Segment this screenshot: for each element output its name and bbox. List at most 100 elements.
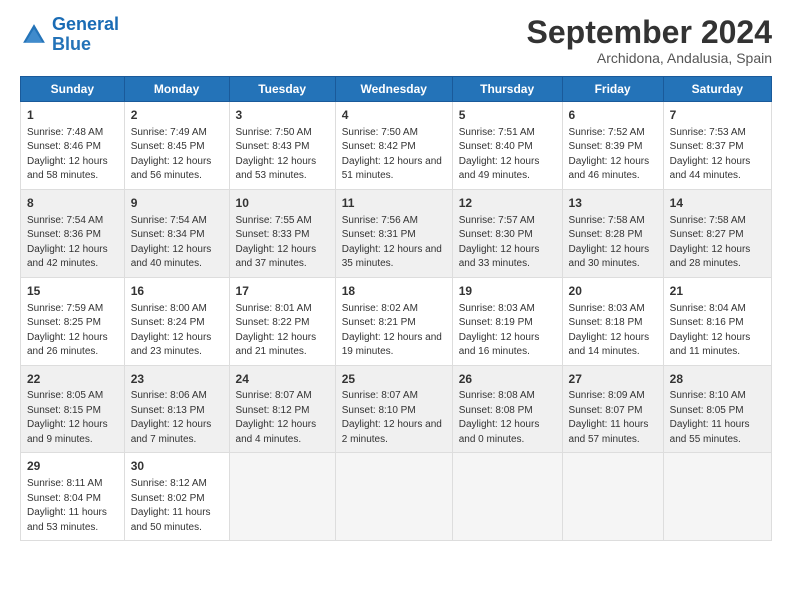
day-number: 24: [236, 371, 329, 388]
table-row: 2 Sunrise: 7:49 AMSunset: 8:45 PMDaylight…: [124, 102, 229, 190]
table-row: 17 Sunrise: 8:01 AMSunset: 8:22 PMDayligh…: [229, 277, 335, 365]
table-row: 23Sunrise: 8:06 AMSunset: 8:13 PMDayligh…: [124, 365, 229, 453]
table-row: 21Sunrise: 8:04 AMSunset: 8:16 PMDayligh…: [663, 277, 771, 365]
day-number: 12: [459, 195, 556, 212]
table-row: 29 Sunrise: 8:11 AMSunset: 8:04 PMDayligh…: [21, 453, 125, 541]
table-row: 15Sunrise: 7:59 AMSunset: 8:25 PMDayligh…: [21, 277, 125, 365]
day-info: Sunrise: 7:58 AMSunset: 8:27 PMDaylight:…: [670, 214, 765, 272]
table-row: [452, 453, 562, 541]
day-info: Sunrise: 8:09 AMSunset: 8:07 PMDaylight:…: [569, 389, 657, 447]
day-info: Sunrise: 8:08 AMSunset: 8:08 PMDaylight:…: [459, 389, 556, 447]
day-number: 7: [670, 107, 765, 124]
day-info: Sunrise: 7:48 AMSunset: 8:46 PMDaylight:…: [27, 126, 118, 184]
day-info: Sunrise: 8:10 AMSunset: 8:05 PMDaylight:…: [670, 389, 765, 447]
table-row: 10 Sunrise: 7:55 AMSunset: 8:33 PMDayligh…: [229, 189, 335, 277]
day-info: Sunrise: 8:12 AMSunset: 8:02 PMDaylight:…: [131, 477, 223, 535]
day-info: Sunrise: 8:02 AMSunset: 8:21 PMDaylight:…: [342, 302, 446, 360]
table-row: 1 Sunrise: 7:48 AMSunset: 8:46 PMDaylight…: [21, 102, 125, 190]
col-friday: Friday: [562, 77, 663, 102]
day-number: 3: [236, 107, 329, 124]
table-row: 25Sunrise: 8:07 AMSunset: 8:10 PMDayligh…: [335, 365, 452, 453]
day-number: 16: [131, 283, 223, 300]
col-tuesday: Tuesday: [229, 77, 335, 102]
day-info: Sunrise: 7:55 AMSunset: 8:33 PMDaylight:…: [236, 214, 329, 272]
calendar-table: Sunday Monday Tuesday Wednesday Thursday…: [20, 76, 772, 541]
table-row: 13 Sunrise: 7:58 AMSunset: 8:28 PMDayligh…: [562, 189, 663, 277]
table-row: [229, 453, 335, 541]
day-info: Sunrise: 7:58 AMSunset: 8:28 PMDaylight:…: [569, 214, 657, 272]
day-number: 6: [569, 107, 657, 124]
logo-text: General Blue: [52, 15, 119, 55]
table-row: 30Sunrise: 8:12 AMSunset: 8:02 PMDayligh…: [124, 453, 229, 541]
day-number: 26: [459, 371, 556, 388]
day-info: Sunrise: 7:49 AMSunset: 8:45 PMDaylight:…: [131, 126, 223, 184]
day-info: Sunrise: 8:07 AMSunset: 8:10 PMDaylight:…: [342, 389, 446, 447]
day-number: 23: [131, 371, 223, 388]
day-number: 8: [27, 195, 118, 212]
calendar-week-5: 29 Sunrise: 8:11 AMSunset: 8:04 PMDayligh…: [21, 453, 772, 541]
table-row: 27Sunrise: 8:09 AMSunset: 8:07 PMDayligh…: [562, 365, 663, 453]
table-row: 3Sunrise: 7:50 AMSunset: 8:43 PMDaylight…: [229, 102, 335, 190]
day-info: Sunrise: 8:11 AMSunset: 8:04 PMDaylight:…: [27, 477, 118, 535]
day-info: Sunrise: 8:05 AMSunset: 8:15 PMDaylight:…: [27, 389, 118, 447]
day-info: Sunrise: 8:07 AMSunset: 8:12 PMDaylight:…: [236, 389, 329, 447]
calendar-week-2: 8 Sunrise: 7:54 AMSunset: 8:36 PMDaylight…: [21, 189, 772, 277]
table-row: [562, 453, 663, 541]
table-row: 7 Sunrise: 7:53 AMSunset: 8:37 PMDaylight…: [663, 102, 771, 190]
day-info: Sunrise: 8:00 AMSunset: 8:24 PMDaylight:…: [131, 302, 223, 360]
col-saturday: Saturday: [663, 77, 771, 102]
calendar-week-4: 22Sunrise: 8:05 AMSunset: 8:15 PMDayligh…: [21, 365, 772, 453]
day-number: 2: [131, 107, 223, 124]
day-info: Sunrise: 8:03 AMSunset: 8:19 PMDaylight:…: [459, 302, 556, 360]
day-info: Sunrise: 7:54 AMSunset: 8:36 PMDaylight:…: [27, 214, 118, 272]
table-row: [663, 453, 771, 541]
col-sunday: Sunday: [21, 77, 125, 102]
day-number: 21: [670, 283, 765, 300]
day-number: 1: [27, 107, 118, 124]
table-row: 18 Sunrise: 8:02 AMSunset: 8:21 PMDayligh…: [335, 277, 452, 365]
subtitle: Archidona, Andalusia, Spain: [527, 50, 772, 66]
day-info: Sunrise: 7:50 AMSunset: 8:42 PMDaylight:…: [342, 126, 446, 184]
day-info: Sunrise: 7:51 AMSunset: 8:40 PMDaylight:…: [459, 126, 556, 184]
table-row: 9Sunrise: 7:54 AMSunset: 8:34 PMDaylight…: [124, 189, 229, 277]
col-monday: Monday: [124, 77, 229, 102]
day-number: 15: [27, 283, 118, 300]
title-block: September 2024 Archidona, Andalusia, Spa…: [527, 15, 772, 66]
day-info: Sunrise: 7:52 AMSunset: 8:39 PMDaylight:…: [569, 126, 657, 184]
logo-blue: Blue: [52, 34, 91, 54]
day-number: 4: [342, 107, 446, 124]
day-number: 18: [342, 283, 446, 300]
day-number: 22: [27, 371, 118, 388]
day-number: 13: [569, 195, 657, 212]
col-thursday: Thursday: [452, 77, 562, 102]
day-number: 28: [670, 371, 765, 388]
table-row: 14Sunrise: 7:58 AMSunset: 8:27 PMDayligh…: [663, 189, 771, 277]
page: General Blue September 2024 Archidona, A…: [0, 0, 792, 612]
table-row: 12 Sunrise: 7:57 AMSunset: 8:30 PMDayligh…: [452, 189, 562, 277]
table-row: 20 Sunrise: 8:03 AMSunset: 8:18 PMDayligh…: [562, 277, 663, 365]
day-number: 27: [569, 371, 657, 388]
table-row: [335, 453, 452, 541]
table-row: 24Sunrise: 8:07 AMSunset: 8:12 PMDayligh…: [229, 365, 335, 453]
day-info: Sunrise: 8:01 AMSunset: 8:22 PMDaylight:…: [236, 302, 329, 360]
calendar-week-3: 15Sunrise: 7:59 AMSunset: 8:25 PMDayligh…: [21, 277, 772, 365]
day-info: Sunrise: 7:57 AMSunset: 8:30 PMDaylight:…: [459, 214, 556, 272]
day-info: Sunrise: 8:06 AMSunset: 8:13 PMDaylight:…: [131, 389, 223, 447]
table-row: 19 Sunrise: 8:03 AMSunset: 8:19 PMDayligh…: [452, 277, 562, 365]
logo-general: General: [52, 14, 119, 34]
day-number: 9: [131, 195, 223, 212]
day-number: 20: [569, 283, 657, 300]
day-info: Sunrise: 8:03 AMSunset: 8:18 PMDaylight:…: [569, 302, 657, 360]
table-row: 4 Sunrise: 7:50 AMSunset: 8:42 PMDaylight…: [335, 102, 452, 190]
header: General Blue September 2024 Archidona, A…: [20, 15, 772, 66]
table-row: 6 Sunrise: 7:52 AMSunset: 8:39 PMDaylight…: [562, 102, 663, 190]
day-info: Sunrise: 7:53 AMSunset: 8:37 PMDaylight:…: [670, 126, 765, 184]
table-row: 11Sunrise: 7:56 AMSunset: 8:31 PMDayligh…: [335, 189, 452, 277]
day-info: Sunrise: 7:56 AMSunset: 8:31 PMDaylight:…: [342, 214, 446, 272]
day-number: 19: [459, 283, 556, 300]
day-number: 29: [27, 458, 118, 475]
day-number: 17: [236, 283, 329, 300]
table-row: 8 Sunrise: 7:54 AMSunset: 8:36 PMDaylight…: [21, 189, 125, 277]
day-number: 10: [236, 195, 329, 212]
col-wednesday: Wednesday: [335, 77, 452, 102]
